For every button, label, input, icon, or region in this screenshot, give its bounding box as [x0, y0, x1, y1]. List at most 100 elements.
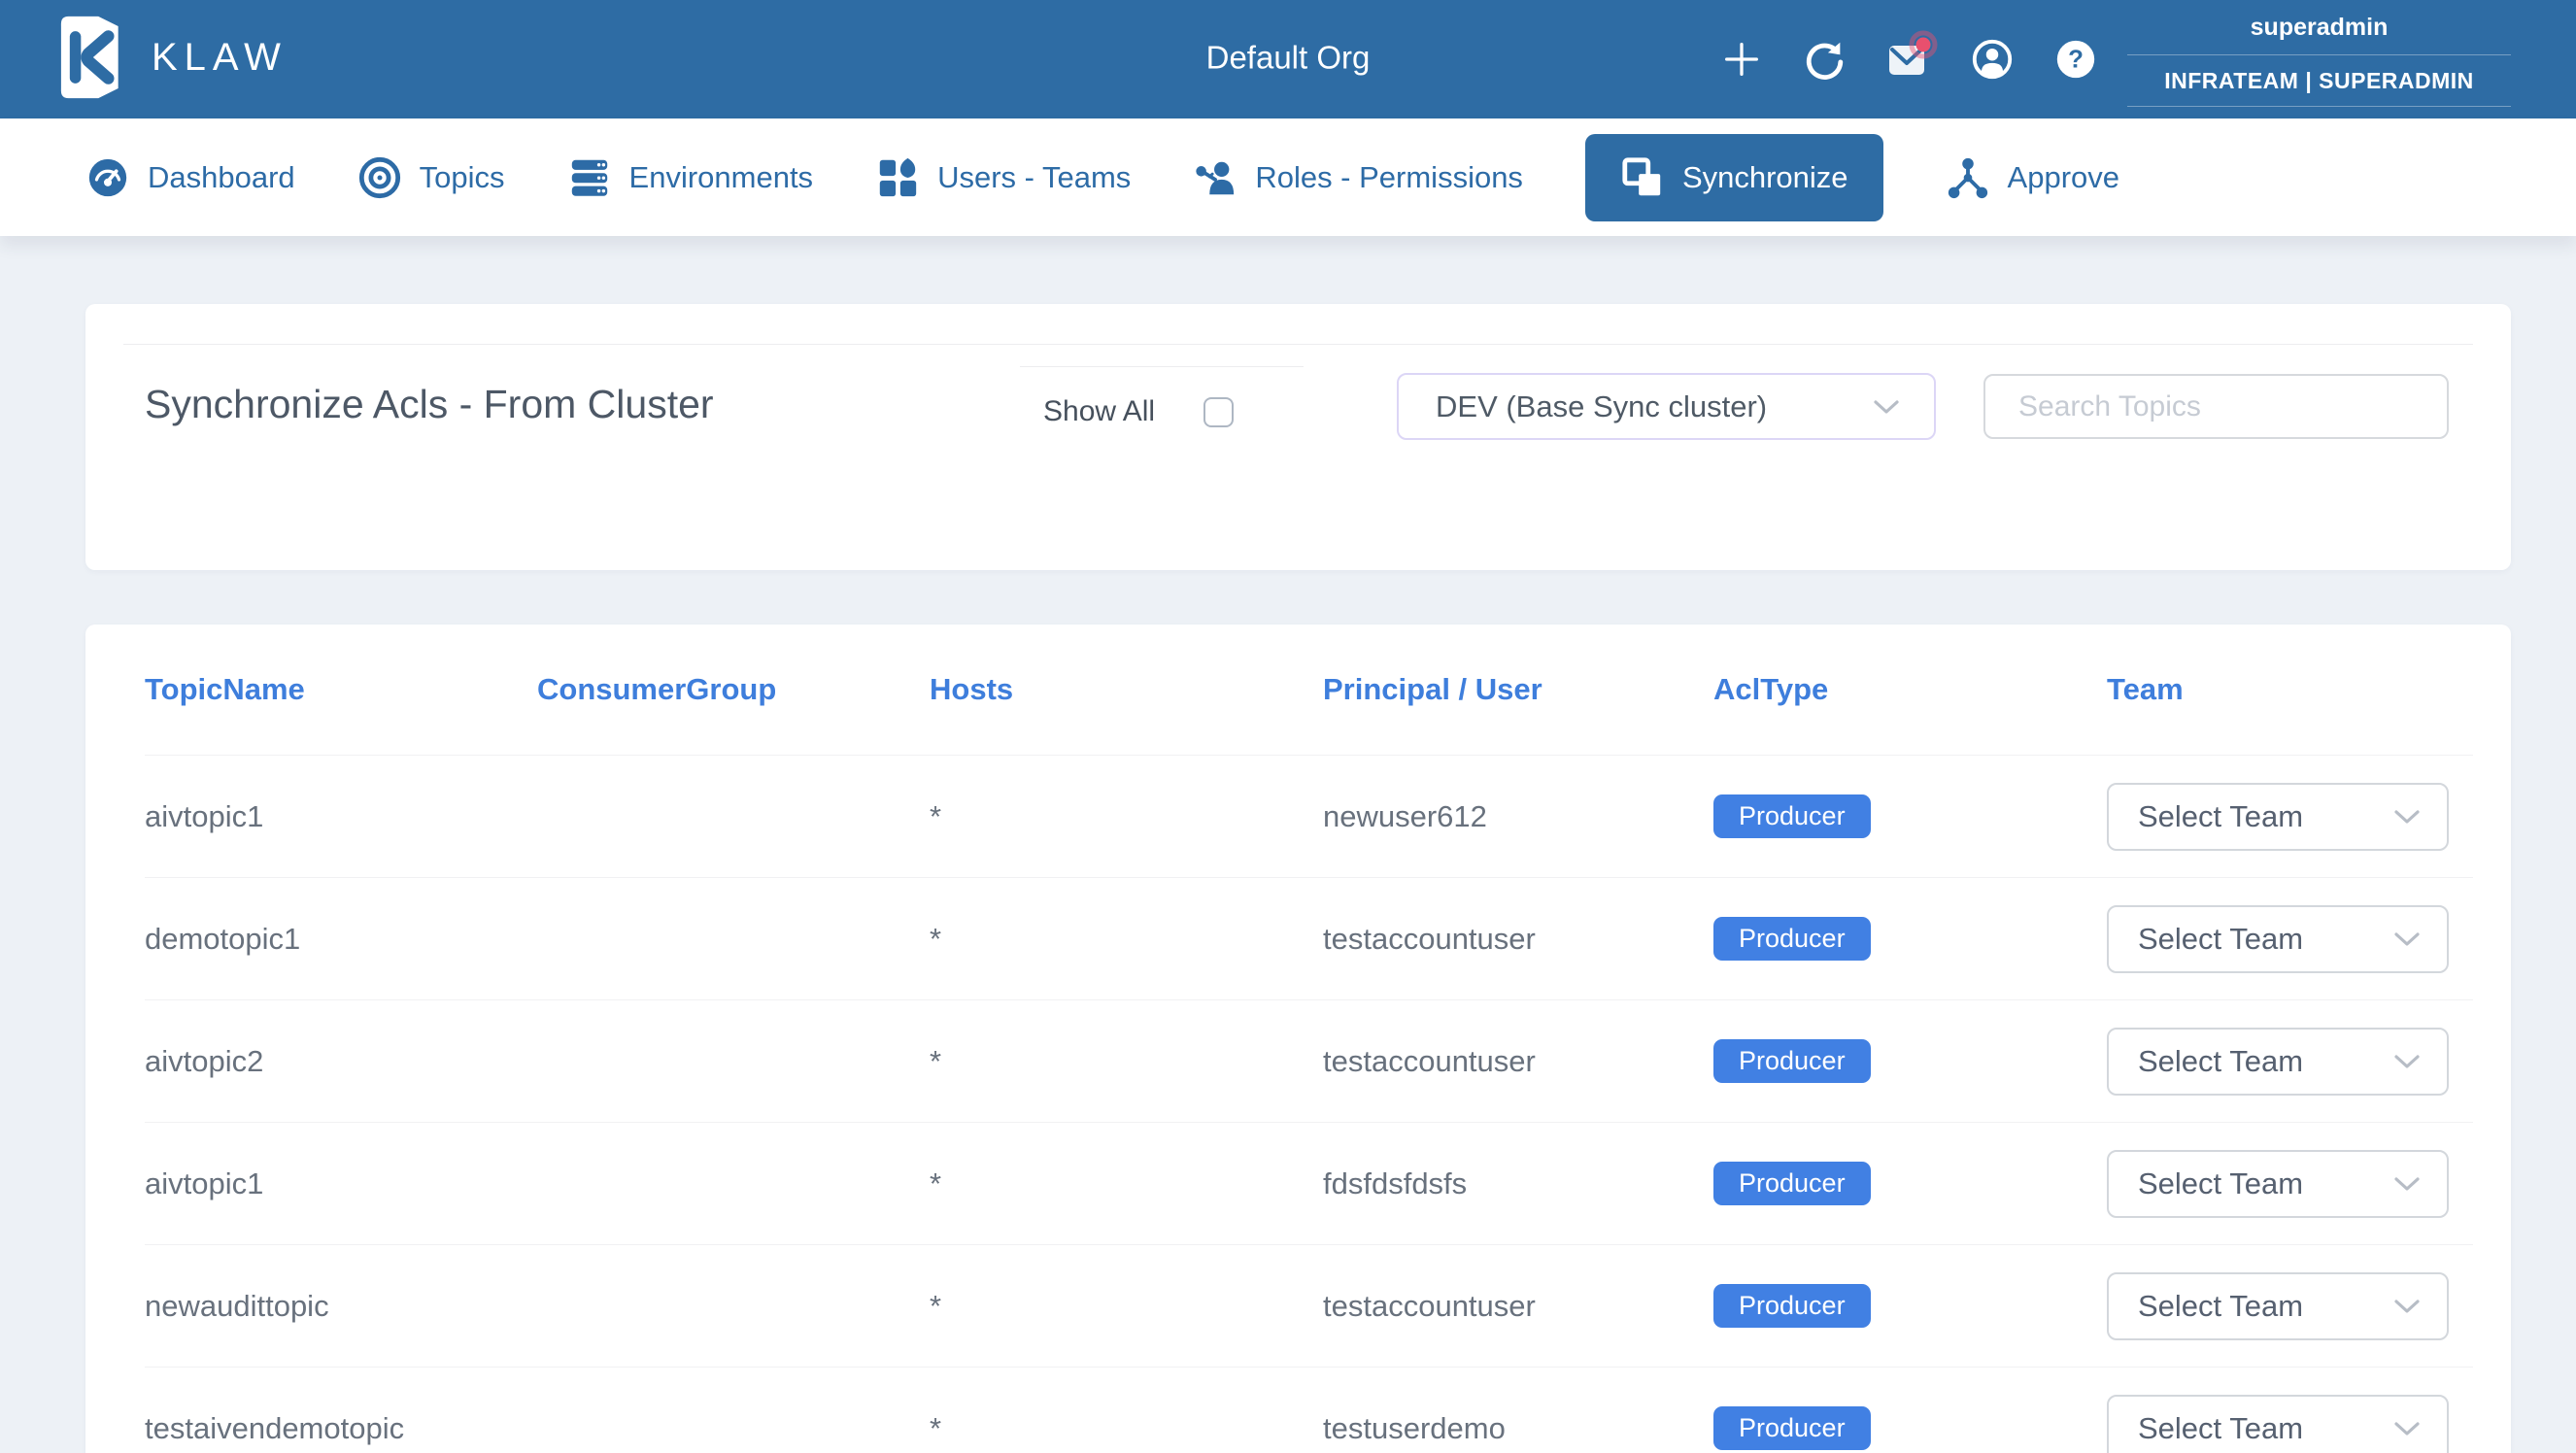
acl-type-cell: Producer [1713, 917, 2107, 961]
show-all-label: Show All [1043, 395, 1155, 428]
topic-name-cell: aivtopic2 [145, 1044, 537, 1079]
notification-dot [1916, 38, 1931, 52]
nav-label: Users - Teams [937, 160, 1131, 195]
refresh-button[interactable] [1797, 31, 1853, 87]
nav-item-environments[interactable]: Environments [567, 155, 814, 200]
principal-cell: testaccountuser [1323, 1289, 1713, 1324]
team-cell: Select Team [2107, 1028, 2473, 1096]
klaw-logo-icon [51, 13, 126, 102]
synchronize-copy-icon [1620, 155, 1665, 200]
team-select[interactable]: Select Team [2107, 1150, 2449, 1218]
nav-item-approve[interactable]: Approve [1946, 155, 2119, 200]
team-select[interactable]: Select Team [2107, 1395, 2449, 1453]
principal-cell: testuserdemo [1323, 1411, 1713, 1446]
hosts-cell: * [930, 799, 1323, 834]
team-cell: Select Team [2107, 905, 2473, 973]
acl-type-badge: Producer [1713, 1406, 1871, 1450]
acl-type-badge: Producer [1713, 794, 1871, 838]
team-cell: Select Team [2107, 783, 2473, 851]
column-header-principal[interactable]: Principal / User [1323, 672, 1713, 707]
table-header-row: TopicName ConsumerGroup Hosts Principal … [145, 625, 2473, 755]
nav-label: Topics [420, 160, 505, 195]
hosts-cell: * [930, 1166, 1323, 1201]
hosts-cell: * [930, 1289, 1323, 1324]
team-select-value: Select Team [2138, 1411, 2303, 1446]
users-teams-icon [875, 155, 920, 200]
chevron-down-icon [2392, 930, 2422, 948]
acl-type-badge: Producer [1713, 1284, 1871, 1328]
chevron-down-icon [2392, 808, 2422, 826]
principal-cell: newuser612 [1323, 799, 1713, 834]
show-all-divider [1020, 366, 1304, 367]
search-topics-input[interactable] [1983, 374, 2449, 439]
table-row: demotopic1 * testaccountuser Producer Se… [145, 877, 2473, 999]
username: superadmin [2127, 0, 2511, 55]
team-select-value: Select Team [2138, 1044, 2303, 1079]
team-role: INFRATEAM | SUPERADMIN [2127, 55, 2511, 107]
chevron-down-icon [2392, 1420, 2422, 1437]
page-title: Synchronize Acls - From Cluster [145, 382, 714, 427]
add-button[interactable] [1713, 31, 1770, 87]
principal-cell: testaccountuser [1323, 1044, 1713, 1079]
help-icon: ? [2053, 37, 2098, 82]
topic-name-cell: aivtopic1 [145, 799, 537, 834]
column-header-hosts[interactable]: Hosts [930, 672, 1323, 707]
add-icon [1719, 37, 1764, 82]
help-button[interactable]: ? [2048, 31, 2104, 87]
acl-type-badge: Producer [1713, 917, 1871, 961]
chevron-down-icon [1872, 398, 1901, 416]
account-icon [1970, 37, 2015, 82]
nav-label: Synchronize [1682, 160, 1848, 195]
team-select[interactable]: Select Team [2107, 905, 2449, 973]
show-all-checkbox[interactable] [1203, 397, 1234, 427]
approve-network-icon [1946, 155, 1990, 200]
nav-label: Dashboard [148, 160, 295, 195]
table-row: aivtopic1 * fdsfdsfdsfs Producer Select … [145, 1122, 2473, 1244]
nav-item-dashboard[interactable]: Dashboard [85, 155, 295, 200]
acl-type-badge: Producer [1713, 1039, 1871, 1083]
top-header-bar: KLAW Default Org [0, 0, 2576, 118]
acl-sync-table-card: TopicName ConsumerGroup Hosts Principal … [85, 625, 2511, 1453]
column-header-team[interactable]: Team [2107, 672, 2473, 707]
main-navigation: Dashboard Topics Environments Users - Te… [0, 118, 2576, 236]
table-row: aivtopic1 * newuser612 Producer Select T… [145, 755, 2473, 877]
team-select-value: Select Team [2138, 799, 2303, 834]
roles-permissions-icon [1193, 155, 1237, 200]
team-select[interactable]: Select Team [2107, 1272, 2449, 1340]
nav-item-synchronize[interactable]: Synchronize [1585, 134, 1883, 221]
nav-item-users-teams[interactable]: Users - Teams [875, 155, 1131, 200]
topic-name-cell: demotopic1 [145, 922, 537, 957]
nav-item-topics[interactable]: Topics [357, 155, 505, 200]
team-select-value: Select Team [2138, 922, 2303, 957]
card-divider [123, 344, 2473, 345]
column-header-consumergroup[interactable]: ConsumerGroup [537, 672, 930, 707]
team-select-value: Select Team [2138, 1289, 2303, 1324]
principal-cell: fdsfdsfdsfs [1323, 1166, 1713, 1201]
table-row: aivtopic2 * testaccountuser Producer Sel… [145, 999, 2473, 1122]
mail-icon [1883, 34, 1934, 84]
hosts-cell: * [930, 922, 1323, 957]
team-cell: Select Team [2107, 1150, 2473, 1218]
account-button[interactable] [1964, 31, 2020, 87]
notifications-button[interactable] [1881, 31, 1937, 87]
acl-type-cell: Producer [1713, 1406, 2107, 1450]
acl-type-cell: Producer [1713, 794, 2107, 838]
team-select[interactable]: Select Team [2107, 783, 2449, 851]
column-header-topicname[interactable]: TopicName [145, 672, 537, 707]
hosts-cell: * [930, 1044, 1323, 1079]
klaw-logo[interactable]: KLAW [51, 13, 288, 102]
org-title: Default Org [1206, 39, 1371, 76]
nav-label: Environments [629, 160, 814, 195]
dashboard-gauge-icon [85, 155, 130, 200]
user-menu[interactable]: superadmin INFRATEAM | SUPERADMIN [2127, 0, 2511, 107]
team-select-value: Select Team [2138, 1166, 2303, 1201]
show-all-group: Show All [1043, 395, 1234, 428]
cluster-select-value: DEV (Base Sync cluster) [1436, 389, 1767, 424]
nav-label: Roles - Permissions [1255, 160, 1523, 195]
nav-label: Approve [2008, 160, 2119, 195]
team-select[interactable]: Select Team [2107, 1028, 2449, 1096]
nav-item-roles-permissions[interactable]: Roles - Permissions [1193, 155, 1523, 200]
column-header-acltype[interactable]: AclType [1713, 672, 2107, 707]
cluster-select[interactable]: DEV (Base Sync cluster) [1397, 373, 1936, 440]
sync-acls-filter-card: Synchronize Acls - From Cluster Show All… [85, 304, 2511, 570]
